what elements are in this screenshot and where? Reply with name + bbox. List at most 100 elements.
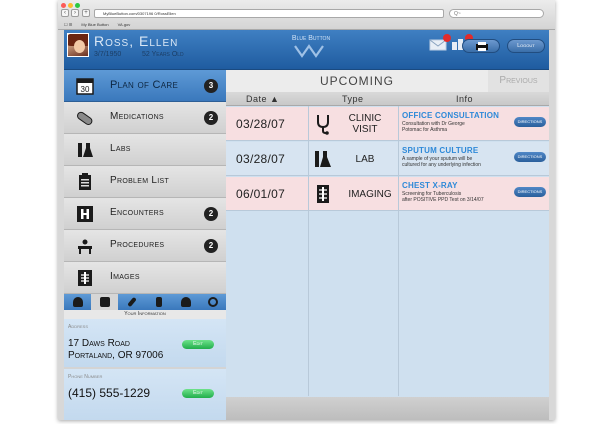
tab-upcoming[interactable]: Upcoming <box>226 70 488 92</box>
back-button[interactable]: ‹ <box>61 9 69 17</box>
address-caption: Address <box>68 324 89 330</box>
tool-group[interactable] <box>172 294 199 310</box>
appointment-desc-line2: Potomac for Asthma <box>402 127 448 133</box>
tool-syringe[interactable] <box>118 294 145 310</box>
appointment-type: Imaging <box>340 189 400 200</box>
sidebar-item-procedures[interactable]: Procedures 2 <box>64 230 226 262</box>
printer-icon <box>476 42 488 51</box>
syringe-icon <box>126 296 137 308</box>
sidebar-item-problem-list[interactable]: Problem List <box>64 166 226 198</box>
app-header: Ross, Ellen 3/7/1950 52 Years Old Blue B… <box>64 30 549 70</box>
edit-phone-button[interactable]: Edit <box>182 389 214 398</box>
patient-dob: 3/7/1950 <box>94 51 122 58</box>
quick-tools <box>64 294 226 310</box>
directions-button[interactable]: Directions <box>514 117 546 127</box>
search-placeholder: Q~ <box>454 11 461 17</box>
group-icon <box>180 297 191 307</box>
tool-bottle[interactable] <box>145 294 172 310</box>
appointment-type-line1: Lab <box>355 154 375 165</box>
column-info: Info <box>456 94 474 104</box>
patient-name: Ross, Ellen <box>94 33 179 49</box>
table-row[interactable]: 03/28/07 Lab Sputum Culture A sample of … <box>226 142 549 176</box>
bookmark-va-gov[interactable]: VA.gov <box>118 22 131 27</box>
svg-text:30: 30 <box>81 85 90 94</box>
tab-previous[interactable]: Previous <box>488 70 549 92</box>
appointment-desc-line2: after POSITIVE PPD Test on 3/14/07 <box>402 197 484 203</box>
appointment-title: Chest X-Ray <box>402 181 458 190</box>
bottle-icon <box>155 297 162 307</box>
appointment-title: Sputum Culture <box>402 146 479 155</box>
count-badge: 2 <box>204 111 218 125</box>
appointment-type: Lab <box>340 154 390 165</box>
directions-button[interactable]: Directions <box>514 187 546 197</box>
browser-toolbar: ‹ › + MyBlueButton.com/0307196 0/RossEll… <box>58 0 555 30</box>
phone-panel: Phone Number (415) 555-1229 Edit <box>64 369 226 420</box>
tool-no[interactable] <box>199 294 226 310</box>
column-divider <box>308 106 309 396</box>
sidebar-item-medications[interactable]: Medications 2 <box>64 102 226 134</box>
appointment-type: Clinic Visit <box>340 113 390 135</box>
avatar <box>67 33 89 57</box>
id-card-icon <box>99 297 110 307</box>
column-divider <box>398 106 399 396</box>
sidebar-item-label: Encounters <box>110 207 165 218</box>
your-information-title: Your Information <box>64 310 226 319</box>
browser-window: ‹ › + MyBlueButton.com/0307196 0/RossEll… <box>58 0 555 420</box>
phone-number: (415) 555-1229 <box>68 386 151 400</box>
close-window-button[interactable] <box>61 3 66 8</box>
patient-age: 52 Years Old <box>142 51 184 58</box>
va-logo-icon <box>294 44 324 58</box>
forward-button[interactable]: › <box>71 9 79 17</box>
sidebar-item-encounters[interactable]: Encounters 2 <box>64 198 226 230</box>
appointment-date: 03/28/07 <box>236 152 286 166</box>
count-badge: 2 <box>204 239 218 253</box>
mail-badge <box>443 34 451 42</box>
appointments-panel: Upcoming Previous Date ▲ Type Info 03/28… <box>226 70 549 420</box>
directions-button[interactable]: Directions <box>514 152 546 162</box>
sidebar-item-images[interactable]: Images <box>64 262 226 294</box>
brand-title: Blue Button <box>291 35 331 42</box>
minimize-window-button[interactable] <box>68 3 73 8</box>
print-button[interactable] <box>462 39 500 53</box>
add-tab-button[interactable]: + <box>82 9 90 17</box>
count-badge: 3 <box>204 79 218 93</box>
flask-icon <box>315 151 331 167</box>
pill-icon <box>77 111 93 125</box>
appointment-date: 03/28/07 <box>236 117 286 131</box>
table-row[interactable]: 03/28/07 Clinic Visit Office Consultatio… <box>226 107 549 141</box>
table-header: Date ▲ Type Info <box>226 92 549 106</box>
sidebar-item-label: Images <box>110 271 140 282</box>
bookmarks-icon[interactable]: ☐ ☰ <box>64 22 72 27</box>
address-bar[interactable]: MyBlueButton.com/0307196 0/RossEllen <box>94 9 444 18</box>
column-date[interactable]: Date ▲ <box>246 94 279 104</box>
tool-person[interactable] <box>64 294 91 310</box>
sidebar-item-label: Problem List <box>110 175 170 186</box>
mail-icon[interactable] <box>429 34 451 51</box>
avatar-face <box>74 40 85 53</box>
xray-icon <box>317 185 329 203</box>
sidebar-item-plan-of-care[interactable]: 30 Plan of Care 3 <box>64 70 226 102</box>
procedure-icon <box>78 239 92 254</box>
zoom-window-button[interactable] <box>75 3 80 8</box>
address-line2: Portaland, OR 97006 <box>68 350 164 361</box>
edit-address-button[interactable]: Edit <box>182 340 214 349</box>
flask-icon <box>78 143 93 157</box>
hospital-icon <box>77 206 93 222</box>
sidebar-item-labs[interactable]: Labs <box>64 134 226 166</box>
table-row[interactable]: 06/01/07 Imaging Chest X-Ray Screening f… <box>226 177 549 211</box>
person-icon <box>72 297 83 307</box>
stethoscope-icon <box>317 115 329 135</box>
tool-id-card[interactable] <box>91 294 118 310</box>
search-input[interactable]: Q~ <box>449 9 544 18</box>
footer-bar <box>226 397 549 420</box>
appointment-type-line2: Visit <box>352 124 378 135</box>
column-type: Type <box>342 94 364 104</box>
sidebar-item-label: Plan of Care <box>110 79 179 91</box>
logout-button[interactable]: Logout <box>507 39 545 53</box>
sidebar: 30 Plan of Care 3 Medications 2 Labs Pro… <box>64 70 226 420</box>
bookmark-my-blue-button[interactable]: My Blue Button <box>81 22 108 27</box>
no-icon <box>207 297 218 307</box>
appointment-desc-line2: cultured for any underlying infection <box>402 162 481 168</box>
sidebar-item-label: Medications <box>110 111 164 122</box>
appointment-date: 06/01/07 <box>236 187 286 201</box>
